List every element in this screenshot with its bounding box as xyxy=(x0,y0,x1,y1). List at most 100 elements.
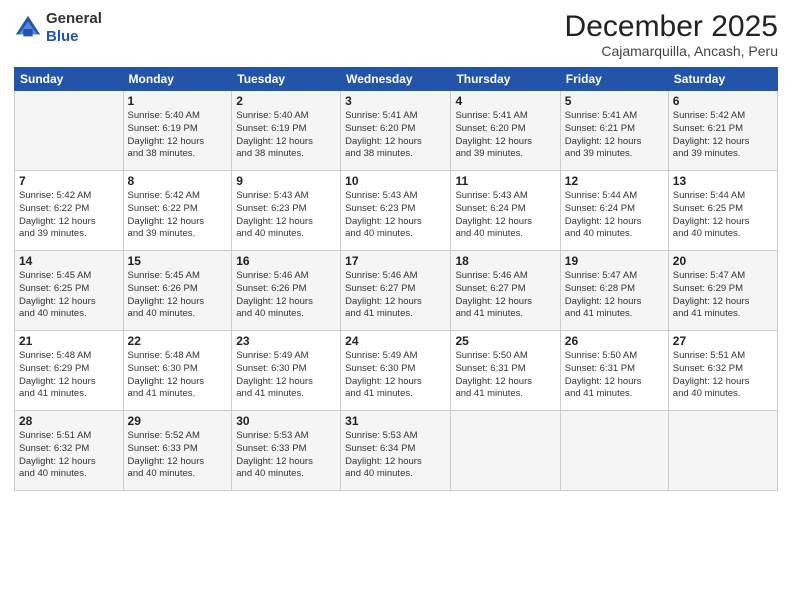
table-row xyxy=(560,411,668,491)
day-info: Sunrise: 5:53 AM Sunset: 6:33 PM Dayligh… xyxy=(236,430,336,481)
table-row: 26 Sunrise: 5:50 AM Sunset: 6:31 PM Dayli… xyxy=(560,331,668,411)
table-row: 23Sunrise: 5:49 AM Sunset: 6:30 PM Dayli… xyxy=(232,331,341,411)
table-row xyxy=(15,91,124,171)
day-number: 31 xyxy=(345,414,446,428)
col-friday: Friday xyxy=(560,68,668,91)
calendar-week-2: 7 Sunrise: 5:42 AM Sunset: 6:22 PM Daylig… xyxy=(15,171,778,251)
table-row: 10 Sunrise: 5:43 AM Sunset: 6:23 PM Dayli… xyxy=(341,171,451,251)
table-row: 3 Sunrise: 5:41 AM Sunset: 6:20 PM Daylig… xyxy=(341,91,451,171)
col-monday: Monday xyxy=(123,68,232,91)
title-block: December 2025 Cajamarquilla, Ancash, Per… xyxy=(565,10,778,59)
day-info: Sunrise: 5:48 AM Sunset: 6:29 PM Dayligh… xyxy=(19,350,119,401)
day-number: 7 xyxy=(19,174,119,188)
day-number: 28 xyxy=(19,414,119,428)
logo-blue-text: Blue xyxy=(46,28,102,46)
table-row: 17Sunrise: 5:46 AM Sunset: 6:27 PM Dayli… xyxy=(341,251,451,331)
day-info: Sunrise: 5:46 AM Sunset: 6:27 PM Dayligh… xyxy=(455,270,555,321)
day-number: 1 xyxy=(128,94,228,108)
day-info: Sunrise: 5:52 AM Sunset: 6:33 PM Dayligh… xyxy=(128,430,228,481)
day-number: 13 xyxy=(673,174,773,188)
day-info: Sunrise: 5:42 AM Sunset: 6:22 PM Dayligh… xyxy=(128,190,228,241)
day-info: Sunrise: 5:50 AM Sunset: 6:31 PM Dayligh… xyxy=(455,350,555,401)
day-number: 10 xyxy=(345,174,446,188)
table-row: 4 Sunrise: 5:41 AM Sunset: 6:20 PM Daylig… xyxy=(451,91,560,171)
day-number: 20 xyxy=(673,254,773,268)
logo: General Blue xyxy=(14,10,102,46)
day-number: 26 xyxy=(565,334,664,348)
table-row xyxy=(451,411,560,491)
day-number: 22 xyxy=(128,334,228,348)
day-number: 8 xyxy=(128,174,228,188)
calendar-page: General Blue December 2025 Cajamarquilla… xyxy=(0,0,792,612)
col-thursday: Thursday xyxy=(451,68,560,91)
table-row: 14 Sunrise: 5:45 AM Sunset: 6:25 PM Dayli… xyxy=(15,251,124,331)
calendar-week-4: 21 Sunrise: 5:48 AM Sunset: 6:29 PM Dayli… xyxy=(15,331,778,411)
day-info: Sunrise: 5:44 AM Sunset: 6:24 PM Dayligh… xyxy=(565,190,664,241)
table-row: 19Sunrise: 5:47 AM Sunset: 6:28 PM Dayli… xyxy=(560,251,668,331)
day-number: 30 xyxy=(236,414,336,428)
day-info: Sunrise: 5:40 AM Sunset: 6:19 PM Dayligh… xyxy=(236,110,336,161)
day-number: 6 xyxy=(673,94,773,108)
day-info: Sunrise: 5:45 AM Sunset: 6:25 PM Dayligh… xyxy=(19,270,119,321)
logo-general-text: General xyxy=(46,10,102,28)
day-number: 14 xyxy=(19,254,119,268)
day-info: Sunrise: 5:49 AM Sunset: 6:30 PM Dayligh… xyxy=(345,350,446,401)
month-title: December 2025 xyxy=(565,10,778,43)
table-row: 6 Sunrise: 5:42 AM Sunset: 6:21 PM Daylig… xyxy=(668,91,777,171)
table-row: 11 Sunrise: 5:43 AM Sunset: 6:24 PM Dayli… xyxy=(451,171,560,251)
day-number: 25 xyxy=(455,334,555,348)
table-row: 15 Sunrise: 5:45 AM Sunset: 6:26 PM Dayli… xyxy=(123,251,232,331)
calendar-week-3: 14 Sunrise: 5:45 AM Sunset: 6:25 PM Dayli… xyxy=(15,251,778,331)
day-info: Sunrise: 5:41 AM Sunset: 6:20 PM Dayligh… xyxy=(345,110,446,161)
table-row: 16 Sunrise: 5:46 AM Sunset: 6:26 PM Dayli… xyxy=(232,251,341,331)
day-info: Sunrise: 5:46 AM Sunset: 6:26 PM Dayligh… xyxy=(236,270,336,321)
table-row: 24Sunrise: 5:49 AM Sunset: 6:30 PM Dayli… xyxy=(341,331,451,411)
calendar-week-1: 1 Sunrise: 5:40 AM Sunset: 6:19 PM Daylig… xyxy=(15,91,778,171)
table-row: 18Sunrise: 5:46 AM Sunset: 6:27 PM Dayli… xyxy=(451,251,560,331)
day-info: Sunrise: 5:53 AM Sunset: 6:34 PM Dayligh… xyxy=(345,430,446,481)
table-row: 21 Sunrise: 5:48 AM Sunset: 6:29 PM Dayli… xyxy=(15,331,124,411)
day-number: 3 xyxy=(345,94,446,108)
day-number: 11 xyxy=(455,174,555,188)
day-info: Sunrise: 5:43 AM Sunset: 6:24 PM Dayligh… xyxy=(455,190,555,241)
day-info: Sunrise: 5:42 AM Sunset: 6:22 PM Dayligh… xyxy=(19,190,119,241)
day-number: 9 xyxy=(236,174,336,188)
day-number: 2 xyxy=(236,94,336,108)
day-info: Sunrise: 5:41 AM Sunset: 6:21 PM Dayligh… xyxy=(565,110,664,161)
day-info: Sunrise: 5:42 AM Sunset: 6:21 PM Dayligh… xyxy=(673,110,773,161)
table-row: 30 Sunrise: 5:53 AM Sunset: 6:33 PM Dayli… xyxy=(232,411,341,491)
header-row: Sunday Monday Tuesday Wednesday Thursday… xyxy=(15,68,778,91)
col-wednesday: Wednesday xyxy=(341,68,451,91)
table-row: 25 Sunrise: 5:50 AM Sunset: 6:31 PM Dayli… xyxy=(451,331,560,411)
table-row: 1 Sunrise: 5:40 AM Sunset: 6:19 PM Daylig… xyxy=(123,91,232,171)
table-row: 22Sunrise: 5:48 AM Sunset: 6:30 PM Dayli… xyxy=(123,331,232,411)
table-row: 20 Sunrise: 5:47 AM Sunset: 6:29 PM Dayli… xyxy=(668,251,777,331)
day-info: Sunrise: 5:47 AM Sunset: 6:29 PM Dayligh… xyxy=(673,270,773,321)
header: General Blue December 2025 Cajamarquilla… xyxy=(14,10,778,59)
day-number: 21 xyxy=(19,334,119,348)
day-number: 16 xyxy=(236,254,336,268)
day-number: 5 xyxy=(565,94,664,108)
day-info: Sunrise: 5:43 AM Sunset: 6:23 PM Dayligh… xyxy=(236,190,336,241)
day-info: Sunrise: 5:46 AM Sunset: 6:27 PM Dayligh… xyxy=(345,270,446,321)
table-row: 27Sunrise: 5:51 AM Sunset: 6:32 PM Dayli… xyxy=(668,331,777,411)
day-number: 15 xyxy=(128,254,228,268)
table-row: 2 Sunrise: 5:40 AM Sunset: 6:19 PM Daylig… xyxy=(232,91,341,171)
table-row: 7 Sunrise: 5:42 AM Sunset: 6:22 PM Daylig… xyxy=(15,171,124,251)
day-info: Sunrise: 5:43 AM Sunset: 6:23 PM Dayligh… xyxy=(345,190,446,241)
day-info: Sunrise: 5:41 AM Sunset: 6:20 PM Dayligh… xyxy=(455,110,555,161)
day-number: 29 xyxy=(128,414,228,428)
day-number: 4 xyxy=(455,94,555,108)
table-row: 5 Sunrise: 5:41 AM Sunset: 6:21 PM Daylig… xyxy=(560,91,668,171)
day-info: Sunrise: 5:40 AM Sunset: 6:19 PM Dayligh… xyxy=(128,110,228,161)
table-row: 8 Sunrise: 5:42 AM Sunset: 6:22 PM Daylig… xyxy=(123,171,232,251)
table-row: 28 Sunrise: 5:51 AM Sunset: 6:32 PM Dayli… xyxy=(15,411,124,491)
day-info: Sunrise: 5:50 AM Sunset: 6:31 PM Dayligh… xyxy=(565,350,664,401)
location-title: Cajamarquilla, Ancash, Peru xyxy=(565,43,778,59)
col-saturday: Saturday xyxy=(668,68,777,91)
day-info: Sunrise: 5:51 AM Sunset: 6:32 PM Dayligh… xyxy=(673,350,773,401)
day-info: Sunrise: 5:49 AM Sunset: 6:30 PM Dayligh… xyxy=(236,350,336,401)
day-info: Sunrise: 5:45 AM Sunset: 6:26 PM Dayligh… xyxy=(128,270,228,321)
table-row xyxy=(668,411,777,491)
day-info: Sunrise: 5:51 AM Sunset: 6:32 PM Dayligh… xyxy=(19,430,119,481)
